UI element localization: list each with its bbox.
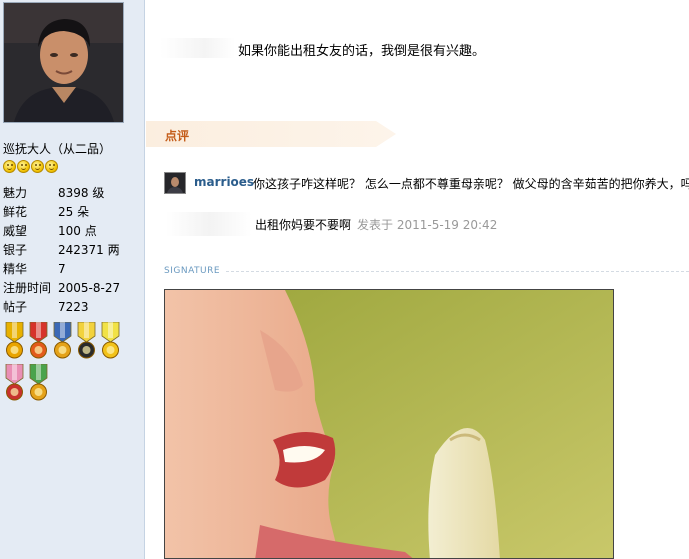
stat-value: 7223 — [58, 300, 89, 314]
stat-row-silver: 银子 242371 两 — [3, 241, 143, 260]
medal-icon[interactable] — [75, 322, 98, 360]
rank-title: 巡抚大人（从二品） — [3, 142, 112, 156]
commenter-avatar-photo — [165, 173, 185, 193]
reply-line: 出租你妈要不要啊 发表于 2011-5-19 20:42 — [255, 216, 497, 233]
quoted-username-faded — [160, 38, 235, 58]
avatar-photo — [4, 3, 123, 122]
stat-label: 鲜花 — [3, 205, 28, 219]
user-stats: 魅力 8398 级 鲜花 25 朵 威望 100 点 银子 242371 两 精… — [3, 184, 143, 317]
smiley-icon — [45, 160, 58, 173]
stat-label: 银子 — [3, 243, 28, 257]
commenter-avatar[interactable] — [164, 172, 186, 194]
post-quote-text: 如果你能出租女友的话，我倒是很有兴趣。 — [238, 44, 486, 59]
comment-text: 你这孩子咋这样呢？ 怎么一点都不尊重母亲呢？ 做父母的含辛茹苦的把你养大，吗 — [253, 177, 689, 191]
medal-icon[interactable] — [27, 364, 50, 402]
emoticon-row — [3, 160, 58, 173]
signature-divider — [226, 271, 689, 272]
review-label: 点评 — [165, 129, 190, 143]
review-comment: marrioes 你这孩子咋这样呢？ 怎么一点都不尊重母亲呢？ 做父母的含辛茹苦… — [164, 172, 689, 196]
user-info-sidebar: 巡抚大人（从二品） 魅力 8398 级 鲜花 25 朵 威望 100 点 银子 … — [0, 0, 145, 559]
signature-image — [164, 289, 614, 559]
stat-row-posts: 帖子 7223 — [3, 298, 143, 317]
stat-row-flowers: 鲜花 25 朵 — [3, 203, 143, 222]
reply-timestamp: 发表于 2011-5-19 20:42 — [357, 218, 498, 232]
stat-value: 242371 两 — [58, 243, 120, 257]
medal-icon[interactable] — [51, 322, 74, 360]
medal-list — [3, 322, 125, 402]
stat-row-register-date: 注册时间 2005-8-27 — [3, 279, 143, 298]
medal-icon[interactable] — [99, 322, 122, 360]
medal-icon[interactable] — [27, 322, 50, 360]
reply-username-faded — [166, 212, 252, 236]
smiley-icon — [31, 160, 44, 173]
stat-label: 帖子 — [3, 300, 28, 314]
stat-label: 注册时间 — [3, 281, 52, 295]
stat-label: 魅力 — [3, 186, 28, 200]
stat-label: 威望 — [3, 224, 28, 238]
smiley-icon — [3, 160, 16, 173]
signature-label: SIGNATURE — [164, 266, 221, 276]
signature-photo — [165, 290, 613, 558]
stat-row-prestige: 威望 100 点 — [3, 222, 143, 241]
stat-value: 7 — [58, 262, 66, 276]
stat-value: 25 朵 — [58, 205, 90, 219]
stat-value: 2005-8-27 — [58, 281, 121, 295]
stat-value: 100 点 — [58, 224, 97, 238]
medal-icon[interactable] — [3, 364, 26, 402]
stat-row-essence: 精华 7 — [3, 260, 143, 279]
user-avatar[interactable] — [3, 2, 124, 123]
stat-label: 精华 — [3, 262, 28, 276]
commenter-username-link[interactable]: marrioes — [194, 175, 254, 189]
smiley-icon — [17, 160, 30, 173]
medal-icon[interactable] — [3, 322, 26, 360]
stat-row-charm: 魅力 8398 级 — [3, 184, 143, 203]
reply-text: 出租你妈要不要啊 — [255, 218, 352, 232]
stat-value: 8398 级 — [58, 186, 105, 200]
